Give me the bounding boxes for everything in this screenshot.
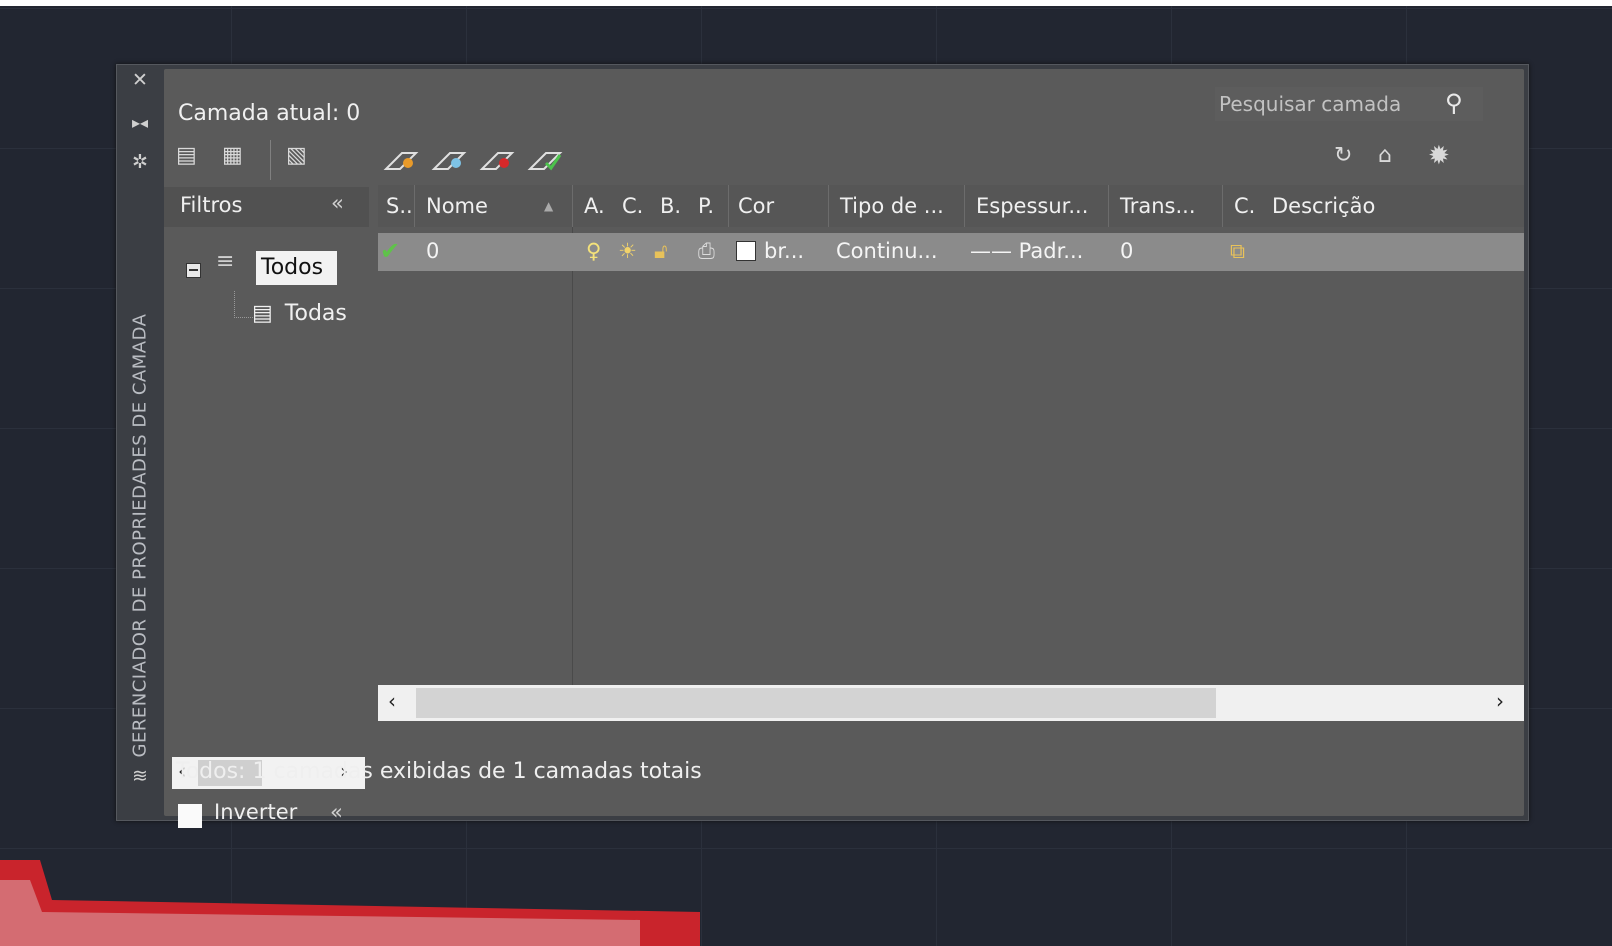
col-separator (572, 185, 573, 227)
top-border (0, 0, 1612, 6)
vp-freeze-icon[interactable]: ⧉ (1230, 233, 1245, 271)
search-input[interactable]: Pesquisar camada (1219, 92, 1401, 116)
scroll-thumb[interactable] (416, 688, 1216, 718)
layer-list-horizontal-scrollbar[interactable]: ‹ › (378, 685, 1524, 721)
col-separator (1222, 185, 1223, 227)
layer-lineweight[interactable]: —— Padr... (970, 233, 1083, 271)
column-divider (572, 227, 573, 687)
layer-name[interactable]: 0 (426, 233, 439, 271)
used-layers-filter-icon: ▤ (252, 301, 273, 326)
auto-hide-icon[interactable]: ▸◂ (129, 113, 151, 132)
search-layer-box[interactable]: Pesquisar camada ⚲ (1215, 87, 1483, 121)
status-bar-text: Todos: 1 camadas exibidas de 1 camadas t… (176, 759, 702, 784)
layer-states-manager-icon[interactable]: ▧ (286, 143, 307, 168)
tree-item-todos[interactable]: ≡ Todos (186, 249, 386, 289)
table-row[interactable]: ✔ 0 ♀ ☀ 🔓︎ ⎙ br... Continu... —— Padr...… (378, 233, 1524, 271)
sort-ascending-icon: ▲ (544, 199, 554, 213)
palette-side-strip: ✕ ▸◂ ✲ GERENCIADOR DE PROPRIEDADES DE CA… (117, 65, 162, 820)
collapse-toggle-icon[interactable] (186, 263, 201, 278)
sun-thawed-icon[interactable]: ☀ (618, 233, 637, 271)
col-separator (964, 185, 965, 227)
tree-item-todas[interactable]: ▤ Todas (252, 301, 347, 326)
invert-label: Inverter (214, 800, 298, 824)
col-separator (414, 185, 415, 227)
layer-list: S.. Nome ▲ A. C. B. P. Cor Tipo de ... E… (378, 185, 1524, 687)
scroll-right-icon[interactable]: › (1496, 689, 1504, 713)
col-separator (1108, 185, 1109, 227)
current-layer-check-icon: ✔ (380, 237, 401, 265)
layers-stack-icon: ≋ (132, 765, 148, 787)
col-on[interactable]: A. (584, 185, 605, 227)
invert-checkbox[interactable] (178, 804, 202, 828)
printer-icon[interactable]: ⎙ (698, 233, 715, 271)
filters-panel: Filtros « ≡ Todos ▤ Todas ‹ › (164, 187, 369, 789)
col-lineweight[interactable]: Espessur... (976, 185, 1088, 227)
col-name[interactable]: Nome (426, 185, 488, 227)
col-plot[interactable]: P. (698, 185, 714, 227)
tree-item-label[interactable]: Todos (256, 251, 337, 285)
col-transparency[interactable]: Trans... (1120, 185, 1196, 227)
scroll-left-icon[interactable]: ‹ (388, 689, 396, 713)
tree-connector (234, 291, 253, 318)
refresh-icon[interactable]: ↻ (1334, 143, 1352, 168)
palette-main: Camada atual: 0 Pesquisar camada ⚲ ▤ ▦ ▧ (164, 69, 1524, 828)
layer-select-icon[interactable]: ⌂ (1378, 143, 1392, 168)
close-icon[interactable]: ✕ (129, 69, 151, 91)
settings-gear-icon[interactable]: ✹ (1428, 141, 1450, 171)
current-layer-label: Camada atual: 0 (178, 101, 361, 126)
color-name: br... (764, 239, 805, 263)
filters-header: Filtros « (164, 187, 369, 227)
filters-title: Filtros (180, 193, 243, 217)
lightbulb-on-icon[interactable]: ♀ (586, 233, 601, 271)
new-property-filter-icon[interactable]: ▤ (176, 143, 197, 168)
new-group-filter-icon[interactable]: ▦ (222, 143, 243, 168)
red-logo-shape (0, 860, 700, 946)
col-separator (728, 185, 729, 227)
set-current-icon[interactable] (527, 152, 563, 171)
invert-filter: Inverter « (178, 800, 378, 834)
unlocked-padlock-icon[interactable]: 🔓︎ (654, 233, 668, 271)
col-color[interactable]: Cor (738, 185, 774, 227)
col-description[interactable]: Descrição (1272, 185, 1375, 227)
col-status[interactable]: S.. (386, 185, 413, 227)
properties-gear-icon[interactable]: ✲ (129, 151, 151, 173)
new-layer-icon[interactable] (383, 152, 419, 170)
layer-properties-palette: ✕ ▸◂ ✲ GERENCIADOR DE PROPRIEDADES DE CA… (116, 64, 1529, 828)
layer-color-cell[interactable]: br... (736, 233, 804, 271)
search-icon[interactable]: ⚲ (1445, 89, 1463, 117)
palette-vertical-title: GERENCIADOR DE PROPRIEDADES DE CAMADA (129, 313, 151, 758)
new-layer-frozen-icon[interactable] (431, 152, 467, 170)
col-lock[interactable]: B. (660, 185, 681, 227)
collapse-panel-icon[interactable]: « (330, 800, 343, 824)
col-new-vp-freeze[interactable]: C. (1234, 185, 1255, 227)
col-linetype[interactable]: Tipo de ... (840, 185, 944, 227)
col-separator (828, 185, 829, 227)
collapse-filters-icon[interactable]: « (331, 191, 344, 215)
tree-item-label[interactable]: Todas (285, 301, 347, 326)
delete-layer-icon[interactable] (479, 152, 515, 170)
layer-actions-toolbar (383, 152, 563, 171)
all-layers-icon: ≡ (216, 249, 235, 274)
toolbar-separator (270, 140, 271, 180)
layer-transparency[interactable]: 0 (1120, 233, 1133, 271)
color-swatch (736, 241, 756, 261)
layer-linetype[interactable]: Continu... (836, 233, 938, 271)
layer-list-header: S.. Nome ▲ A. C. B. P. Cor Tipo de ... E… (378, 185, 1524, 227)
col-freeze[interactable]: C. (622, 185, 643, 227)
